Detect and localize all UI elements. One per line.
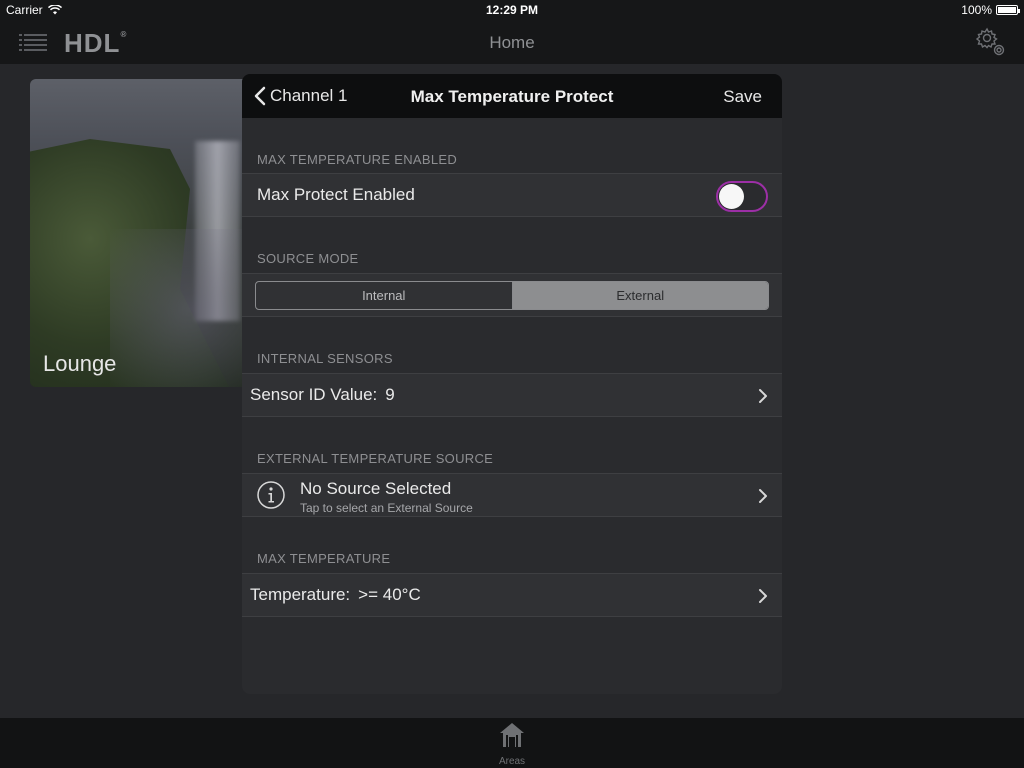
max-protect-row: Max Protect Enabled (242, 173, 782, 217)
section-header-internal-sensors: INTERNAL SENSORS (257, 351, 393, 366)
tab-bar: Areas (0, 718, 1024, 768)
sensor-id-value: 9 (385, 385, 395, 404)
page-title: Home (489, 33, 535, 52)
modal-header: Channel 1 Max Temperature Protect Save (242, 74, 782, 118)
tab-areas-label: Areas (498, 756, 526, 767)
gear-icon[interactable] (976, 27, 1006, 57)
clock: 12:29 PM (485, 3, 539, 17)
source-mode-row: Internal External (242, 273, 782, 317)
area-card-lounge[interactable]: Lounge (30, 79, 260, 387)
max-temperature-modal: Channel 1 Max Temperature Protect Save M… (242, 74, 782, 694)
temperature-label: Temperature: (250, 585, 351, 604)
navbar: HDL® Home (0, 20, 1024, 64)
source-mode-segmented-control: Internal External (255, 281, 769, 310)
sensor-id-row[interactable]: Sensor ID Value: 9 (242, 373, 782, 417)
battery-icon (996, 5, 1020, 15)
section-header-enabled: MAX TEMPERATURE ENABLED (257, 152, 458, 167)
modal-title: Max Temperature Protect (410, 87, 614, 106)
segment-internal[interactable]: Internal (256, 282, 513, 309)
max-protect-toggle[interactable] (716, 181, 768, 212)
segment-external[interactable]: External (512, 282, 768, 309)
battery-percent: 100% (961, 3, 992, 17)
toggle-knob (719, 184, 744, 209)
chevron-right-icon (759, 489, 767, 503)
external-source-text: No Source Selected Tap to select an Exte… (300, 479, 473, 515)
chevron-right-icon (759, 389, 767, 403)
save-button[interactable]: Save (723, 87, 762, 107)
external-source-row[interactable]: No Source Selected Tap to select an Exte… (242, 473, 782, 517)
home-icon (500, 723, 524, 747)
external-source-title: No Source Selected (300, 479, 452, 498)
section-header-max-temperature: MAX TEMPERATURE (257, 551, 391, 566)
section-header-external-source: EXTERNAL TEMPERATURE SOURCE (257, 451, 494, 466)
battery-info: 100% (961, 3, 1020, 17)
sensor-id-label: Sensor ID Value: (250, 385, 378, 404)
area-card-image-mist (110, 229, 260, 387)
tab-areas[interactable]: Areas (492, 721, 532, 767)
max-protect-label: Max Protect Enabled (257, 185, 415, 204)
chevron-right-icon (759, 589, 767, 603)
info-icon (257, 481, 285, 509)
area-card-label: Lounge (43, 351, 117, 376)
external-source-subtitle: Tap to select an External Source (300, 501, 473, 515)
temperature-value: >= 40°C (358, 585, 421, 604)
temperature-row[interactable]: Temperature: >= 40°C (242, 573, 782, 617)
status-bar: Carrier 12:29 PM 100% (0, 0, 1024, 20)
section-header-source-mode: SOURCE MODE (257, 251, 359, 266)
